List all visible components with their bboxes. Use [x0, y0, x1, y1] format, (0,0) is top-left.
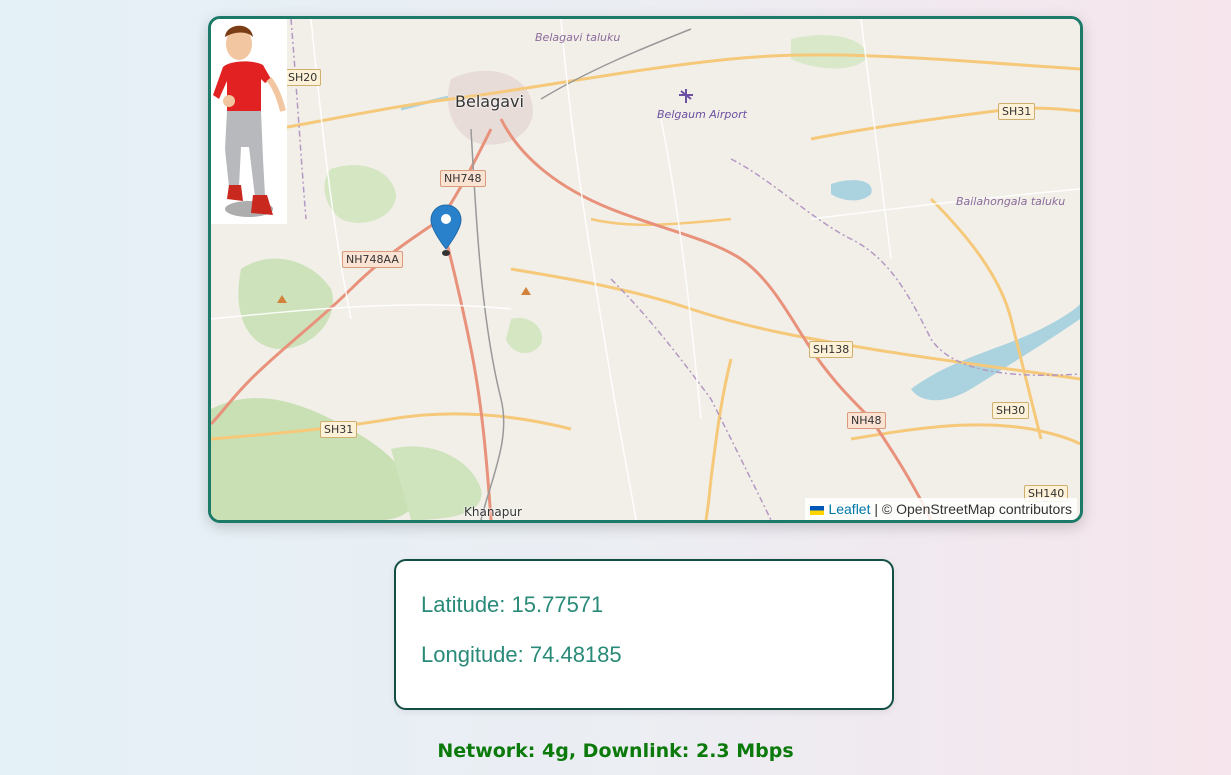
- latitude-text: Latitude: 15.77571: [421, 592, 604, 617]
- leaflet-link[interactable]: Leaflet: [828, 501, 870, 517]
- road-shield-nh748aa: NH748AA: [342, 251, 403, 268]
- coordinates-card: Latitude: 15.77571 Longitude: 74.48185: [394, 559, 894, 710]
- ukraine-flag-icon: [810, 506, 825, 515]
- road-shield-nh748: NH748: [440, 170, 486, 187]
- road-shield-sh31: SH31: [320, 421, 358, 438]
- khanapur-label: Khanapur: [464, 505, 522, 519]
- road-shield-sh30: SH30: [992, 402, 1030, 419]
- map-pin-icon[interactable]: [430, 203, 462, 259]
- attribution-text: | © OpenStreetMap contributors: [874, 501, 1072, 517]
- road-shield-nh48: NH48: [847, 412, 886, 429]
- map-tiles: [211, 19, 1080, 520]
- map-view[interactable]: Belagavi taluku Belagavi Belgaum Airport…: [208, 16, 1083, 523]
- belgaum-airport-label: Belgaum Airport: [657, 108, 747, 121]
- network-status: Network: 4g, Downlink: 2.3 Mbps: [437, 740, 794, 762]
- bailahongala-taluku-label: Bailahongala taluku: [956, 195, 1066, 208]
- map-attribution: Leaflet | © OpenStreetMap contributors: [805, 498, 1077, 520]
- road-shield-sh138: SH138: [809, 341, 854, 358]
- belagavi-taluku-label: Belagavi taluku: [535, 31, 621, 44]
- belagavi-label: Belagavi: [455, 92, 524, 111]
- running-boy-character: [211, 19, 287, 224]
- road-shield-sh20: SH20: [284, 69, 322, 86]
- longitude-text: Longitude: 74.48185: [421, 642, 622, 667]
- road-shield-sh31: SH31: [998, 103, 1036, 120]
